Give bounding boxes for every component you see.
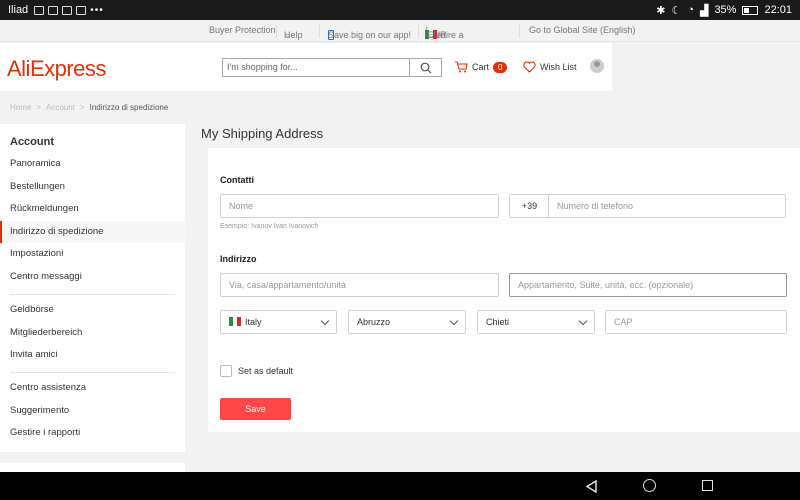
sidebar-item-rueckmeldungen[interactable]: Rückmeldungen [0,198,185,220]
app-promo-label: Save big on our app! [328,30,412,40]
city-value: Chieti [486,317,510,327]
chevron-down-icon [449,316,459,326]
save-button[interactable]: Save [220,398,291,420]
sidebar-divider [10,372,175,373]
more-dots-icon: ••• [90,4,104,16]
wishlist-button[interactable]: Wish List [523,61,577,73]
android-nav-bar [0,472,800,500]
battery-percent: 35% [714,4,737,16]
divider [319,25,320,38]
signal-icon: ▟ [699,4,709,17]
recents-icon[interactable] [702,480,713,491]
home-icon[interactable] [643,479,656,492]
cart-icon [455,61,468,73]
wishlist-label: Wish List [540,62,577,72]
sidebar-item-impostazioni[interactable]: Impostazioni [0,243,185,265]
bluetooth-icon: ✱ [656,4,666,17]
search-button[interactable] [410,58,442,77]
buyer-protection-link[interactable]: Buyer Protection [209,25,276,35]
phone-prefix[interactable]: +39 [509,194,549,218]
notification-icon [76,5,87,15]
notification-icon [48,5,59,15]
notification-icon [34,5,45,15]
search-input[interactable]: I'm shopping for... [222,58,410,77]
italy-flag-icon [229,317,241,326]
contacts-heading: Contatti [220,175,254,185]
chevron-down-icon [320,316,330,326]
cart-label: Cart [472,62,490,72]
city-select[interactable]: Chieti [477,310,595,334]
ship-to-selector[interactable]: Spedire a / EUR ⌄ [425,25,464,40]
avatar[interactable] [590,59,604,73]
breadcrumb-home[interactable]: Home [10,103,31,112]
page-title: My Shipping Address [201,126,324,141]
account-sidebar: Account Panoramica Bestellungen Rückmeld… [0,124,185,452]
breadcrumb: Home > Account > Indirizzo di spedizione [10,103,168,112]
breadcrumb-account[interactable]: Account [46,103,75,112]
zip-input[interactable]: CAP [605,310,787,334]
divider [276,25,277,38]
default-checkbox-label[interactable]: Set as default [238,366,293,376]
sidebar-item-manage-reports[interactable]: Gestire i rapporti [0,422,185,444]
sidebar-item-wallet[interactable]: Geldbörse [0,299,185,321]
sidebar-item-shipping-address[interactable]: Indirizzo di spedizione [0,221,185,243]
country-value: Italy [245,317,262,327]
global-site-link[interactable]: Go to Global Site (English) [529,25,636,35]
country-select[interactable]: Italy [220,310,337,334]
sidebar-item-messages[interactable]: Centro messaggi [0,266,185,288]
wifi-icon: ◔ [687,4,694,16]
default-checkbox[interactable] [220,365,232,377]
carrier-name: Iliad [8,4,29,16]
notification-icon [62,5,73,15]
street-input[interactable]: Via, casa/appartamento/unità [220,273,499,297]
sidebar-item-invite-friends[interactable]: Invita amici [0,344,185,366]
divider [519,25,520,38]
sidebar-item-membership[interactable]: Mitgliederbereich [0,322,185,344]
site-header: AliExpress I'm shopping for... Cart 0 Wi… [0,43,612,91]
heart-icon [523,61,536,73]
breadcrumb-current: Indirizzo di spedizione [89,103,169,112]
region-select[interactable]: Abruzzo [348,310,466,334]
status-bar: Iliad ••• ✱ ☾ ◔ ▟ 35% 22:01 [0,0,800,20]
sidebar-item-suggestion[interactable]: Suggerimento [0,400,185,422]
notification-icons: ••• [34,5,104,16]
aliexpress-logo[interactable]: AliExpress [7,56,106,82]
back-icon[interactable] [585,480,598,493]
battery-icon [742,5,759,15]
do-not-disturb-icon: ☾ [671,4,682,17]
phone-input[interactable]: Numero di telefono [548,194,786,218]
region-value: Abruzzo [357,317,391,327]
name-input[interactable]: Nome [220,194,499,218]
sidebar-item-bestellungen[interactable]: Bestellungen [0,176,185,198]
address-heading: Indirizzo [220,254,257,264]
cart-count-badge: 0 [493,61,508,73]
cart-button[interactable]: Cart 0 [454,61,508,73]
sidebar-divider [10,294,175,295]
clock: 22:01 [764,4,792,16]
chevron-down-icon [578,316,588,326]
sidebar-item-help-center[interactable]: Centro assistenza [0,377,185,399]
utility-bar: Buyer Protection Help ⌄ Save big on our … [0,20,800,42]
sidebar-title: Account [10,136,54,148]
divider [418,25,419,38]
chevron-down-icon: ⌄ [284,30,292,40]
breadcrumb-separator: > [79,103,85,112]
apartment-input[interactable]: Appartamento, Suite, unità, ecc. (opzion… [509,273,787,297]
chevron-down-icon: ⌄ [427,30,436,40]
name-hint: Esempio: Ivanov Ivan Ivanovich [220,223,319,230]
breadcrumb-separator: > [36,103,42,112]
sidebar-item-panoramica[interactable]: Panoramica [0,153,185,175]
search-icon [420,62,431,73]
